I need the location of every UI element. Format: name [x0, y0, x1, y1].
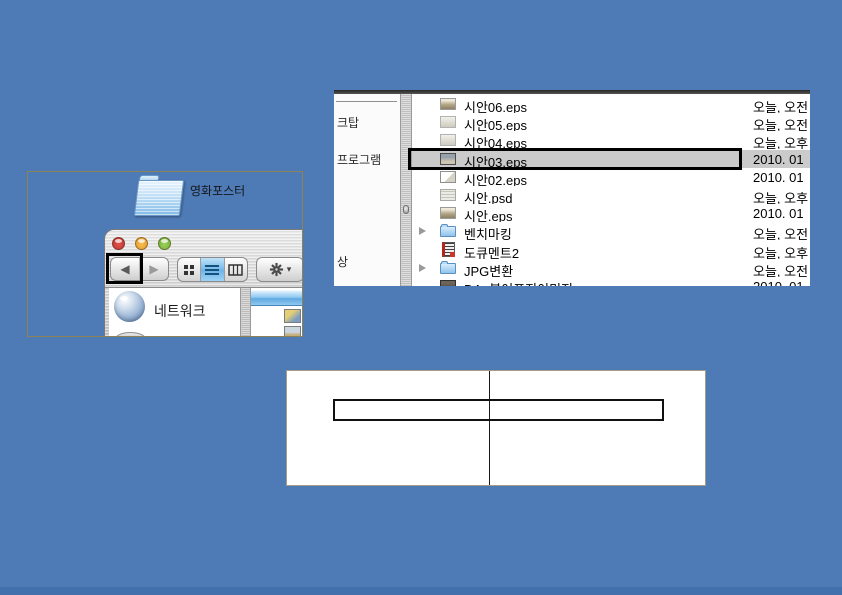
eps-thumbnail-pale-icon [440, 134, 456, 146]
chevron-down-icon: ▾ [287, 265, 292, 274]
folder-label: 영화포스터 [190, 182, 245, 199]
file-name: 시안06.eps [464, 97, 527, 113]
file-name: 도큐멘트2 [464, 243, 519, 259]
file-date: 오늘, 오후 [753, 243, 808, 259]
file-row[interactable]: 시안06.eps 오늘, 오전 [412, 95, 810, 113]
file-row[interactable]: DA_붙어표지이미지.eps 2010. 01 [412, 277, 810, 286]
disclosure-triangle-icon[interactable] [419, 227, 426, 235]
finder-desktop-fragment: 영화포스터 ◀ ▶ [27, 171, 303, 337]
file-row[interactable]: 시안02.eps 2010. 01 [412, 168, 810, 186]
file-name: 시안.eps [464, 206, 513, 222]
file-date: 오늘, 오전 [753, 224, 808, 240]
action-gear-button[interactable]: ▾ [256, 257, 303, 282]
file-date: 오늘, 오전 [753, 97, 808, 113]
view-mode-buttons [177, 257, 248, 282]
file-row[interactable]: 시안05.eps 오늘, 오전 [412, 113, 810, 131]
finder-list-fragment: 크탑 프로그램 상 시안06.eps 오늘, 오전 시안05.eps 오늘, 오… [334, 90, 810, 286]
psd-thumbnail-icon [440, 189, 456, 201]
layout-canvas [286, 370, 706, 486]
column-view-button[interactable] [224, 258, 247, 281]
file-date: 2010. 01 [753, 206, 804, 221]
file-date: 오늘, 오전 [753, 261, 808, 277]
splitter-knob[interactable] [403, 205, 409, 214]
back-button-annotation-box [106, 253, 143, 284]
file-date: 2010. 01 [753, 152, 804, 167]
eps-thumbnail-pale-icon [440, 116, 456, 128]
forward-button[interactable]: ▶ [140, 258, 168, 280]
text-box-outline [333, 399, 664, 421]
folder-icon [440, 226, 456, 237]
folder-body [134, 180, 184, 216]
file-name: 시안02.eps [464, 170, 527, 186]
file-name: 시안04.eps [464, 133, 527, 149]
minimize-button[interactable] [135, 237, 148, 250]
file-row[interactable]: 시안.psd 오늘, 오후 [412, 186, 810, 204]
movie-poster-folder-icon[interactable] [135, 175, 183, 217]
finder-content-area [251, 288, 303, 337]
file-row[interactable]: 벤치마킹 오늘, 오전 [412, 222, 810, 240]
file-date: 오늘, 오전 [753, 115, 808, 131]
file-row[interactable]: 도큐멘트2 오늘, 오후 [412, 241, 810, 259]
eps-thumbnail-tan-icon [440, 207, 456, 219]
sidebar-item-network[interactable]: 네트워크 [154, 301, 206, 321]
sidebar-divider [336, 101, 397, 102]
sidebar-item-movies[interactable]: 상 [337, 253, 348, 270]
eps-thumbnail-fold-icon [440, 171, 456, 183]
column-view-icon [228, 264, 243, 276]
file-name: JPG변환 [464, 261, 513, 277]
icon-view-icon [183, 264, 195, 276]
disk-icon [115, 332, 146, 337]
file-name: DA_붙어표지이미지.eps [464, 279, 598, 286]
list-sidebar-splitter[interactable] [400, 94, 412, 286]
file-name: 시안05.eps [464, 115, 527, 131]
photo-thumbnail[interactable] [284, 326, 301, 337]
finder-sidebar: 네트워크 [109, 288, 240, 337]
gear-icon [269, 262, 284, 277]
disclosure-triangle-icon[interactable] [419, 264, 426, 272]
eps-thumbnail-dark-icon [440, 280, 456, 286]
list-sidebar: 크탑 프로그램 상 [334, 94, 400, 286]
finder-window: ◀ ▶ [104, 229, 303, 337]
file-row[interactable]: 시안04.eps 오늘, 오후 [412, 131, 810, 149]
photo-thumbnail[interactable] [284, 309, 301, 323]
folder-icon [440, 263, 456, 274]
selected-column-header[interactable] [251, 290, 303, 306]
file-name: 벤치마킹 [464, 224, 512, 240]
sidebar-item-desktop[interactable]: 크탑 [337, 114, 359, 131]
file-name: 시안.psd [464, 188, 513, 204]
file-date: 오늘, 오후 [753, 188, 808, 204]
sidebar-splitter[interactable] [240, 288, 251, 337]
file-list: 시안06.eps 오늘, 오전 시안05.eps 오늘, 오전 시안04.eps… [412, 94, 810, 286]
list-view-button[interactable] [200, 258, 223, 281]
file-date: 2010. 01 [753, 279, 804, 286]
file-date: 오늘, 오후 [753, 133, 808, 149]
center-divider-line [489, 371, 490, 485]
desktop-bottom-strip [0, 587, 842, 595]
icon-view-button[interactable] [178, 258, 200, 281]
desktop-background: 영화포스터 ◀ ▶ [0, 0, 842, 595]
eps-thumbnail-tan-icon [440, 98, 456, 110]
document-red-icon [442, 242, 455, 257]
file-date: 2010. 01 [753, 170, 804, 185]
selected-file-annotation-box [408, 148, 742, 170]
sidebar-item-applications[interactable]: 프로그램 [337, 151, 381, 168]
file-row[interactable]: JPG변환 오늘, 오전 [412, 259, 810, 277]
zoom-button[interactable] [158, 237, 171, 250]
file-row[interactable]: 시안.eps 2010. 01 [412, 204, 810, 222]
close-button[interactable] [112, 237, 125, 250]
network-globe-icon [114, 291, 145, 322]
list-view-icon [205, 264, 219, 276]
